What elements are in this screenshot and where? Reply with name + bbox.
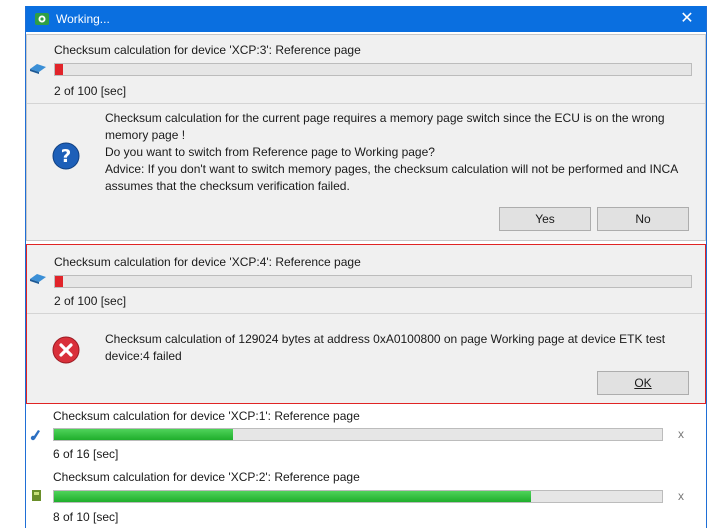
task-title: Checksum calculation for device 'XCP:1':… [53,409,360,423]
elapsed-time: 2 of 100 [sec] [54,84,127,98]
question-message: Checksum calculation for the current pag… [105,110,697,195]
question-icon: ? [52,142,80,170]
elapsed-time: 6 of 16 [sec] [53,447,119,461]
task-title: Checksum calculation for device 'XCP:4':… [54,255,361,269]
progress-fill [55,276,63,287]
svg-text:?: ? [61,146,71,167]
error-icon [52,336,80,364]
progress-bar [54,275,692,288]
ok-label: OK [634,376,652,390]
device-icon [32,490,41,501]
task-panel-xcp1: Checksum calculation for device 'XCP:1':… [26,407,706,463]
ok-button[interactable]: OK [597,371,689,395]
elapsed-time: 2 of 100 [sec] [54,294,127,308]
progress-bar [53,428,663,441]
progress-fill [54,491,532,502]
yes-button[interactable]: Yes [499,207,591,231]
message-line: Advice: If you don't want to switch memo… [105,162,678,193]
close-button[interactable]: ✕ [676,11,698,27]
divider [27,313,705,314]
task-panel-xcp4: Checksum calculation for device 'XCP:4':… [26,244,706,404]
device-icon [30,430,40,441]
progress-fill [54,429,234,440]
divider [27,103,705,104]
cancel-task-button[interactable]: x [678,427,684,441]
task-panel-xcp3: Checksum calculation for device 'XCP:3':… [26,34,706,241]
task-panel-xcp2: Checksum calculation for device 'XCP:2':… [26,468,706,526]
device-icon [30,64,46,74]
progress-bar [54,63,692,76]
progress-fill [55,64,63,75]
window-title: Working... [56,12,110,26]
progress-bar [53,490,663,503]
device-icon [30,274,46,284]
error-message: Checksum calculation of 129024 bytes at … [105,332,666,363]
task-title: Checksum calculation for device 'XCP:2':… [53,470,360,484]
task-title: Checksum calculation for device 'XCP:3':… [54,43,361,57]
inca-app-icon [35,13,49,25]
title-bar[interactable]: Working... ✕ [26,6,706,32]
message-line: Do you want to switch from Reference pag… [105,145,435,159]
message-line: Checksum calculation for the current pag… [105,111,665,142]
cancel-task-button[interactable]: x [678,489,684,503]
working-dialog: Working... ✕ Checksum calculation for de… [25,6,707,528]
no-button[interactable]: No [597,207,689,231]
elapsed-time: 8 of 10 [sec] [53,510,119,524]
